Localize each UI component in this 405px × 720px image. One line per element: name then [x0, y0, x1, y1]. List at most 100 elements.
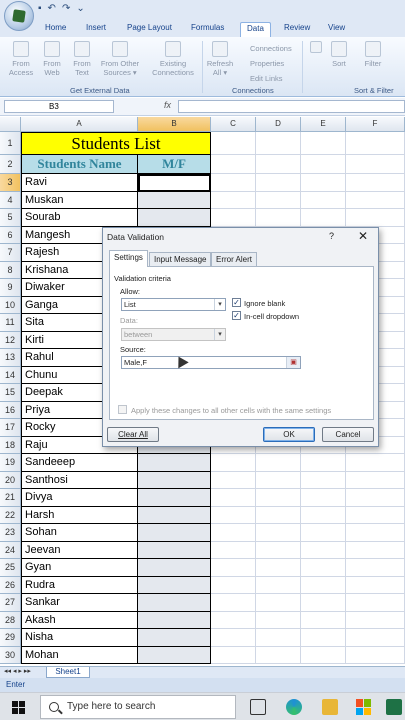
empty-cell[interactable]: [301, 541, 346, 559]
connections-button[interactable]: Connections: [238, 41, 300, 56]
empty-cell[interactable]: [211, 594, 256, 612]
mf-cell[interactable]: [138, 611, 211, 629]
microsoft-store-icon[interactable]: [356, 699, 372, 715]
empty-cell[interactable]: [211, 541, 256, 559]
empty-cell[interactable]: [301, 191, 346, 209]
empty-cell[interactable]: [256, 174, 301, 192]
column-header-b[interactable]: B: [138, 117, 211, 132]
collapse-dialog-icon[interactable]: ▣: [286, 357, 300, 368]
tab-home[interactable]: Home: [39, 22, 72, 37]
student-name-cell[interactable]: Akash: [21, 611, 138, 629]
allow-select[interactable]: List ▾: [121, 298, 226, 311]
clear-all-button[interactable]: Clear All: [107, 427, 159, 442]
row-header[interactable]: 22: [0, 506, 21, 524]
tab-insert[interactable]: Insert: [80, 22, 112, 37]
empty-cell[interactable]: [256, 191, 301, 209]
student-name-cell[interactable]: Ravi: [21, 174, 138, 192]
row-header[interactable]: 20: [0, 471, 21, 489]
undo-icon[interactable]: ↶: [48, 3, 56, 14]
row-header[interactable]: 1: [0, 132, 21, 155]
empty-cell[interactable]: [346, 559, 405, 577]
properties-button[interactable]: Properties: [238, 56, 300, 71]
empty-cell[interactable]: [301, 132, 346, 155]
row-header[interactable]: 28: [0, 611, 21, 629]
empty-cell[interactable]: [346, 132, 405, 155]
customize-qat-icon[interactable]: ⌄: [76, 3, 84, 14]
empty-cell[interactable]: [211, 524, 256, 542]
mf-cell[interactable]: [138, 506, 211, 524]
empty-cell[interactable]: [346, 454, 405, 472]
from-other-sources-button[interactable]: From Other Sources ▾: [98, 41, 142, 77]
empty-cell[interactable]: [301, 489, 346, 507]
empty-cell[interactable]: [256, 489, 301, 507]
row-header[interactable]: 12: [0, 331, 21, 349]
empty-cell[interactable]: [256, 646, 301, 664]
tab-view[interactable]: View: [322, 22, 351, 37]
column-header-e[interactable]: E: [301, 117, 346, 132]
empty-cell[interactable]: [301, 209, 346, 227]
excel-taskbar-icon[interactable]: [386, 699, 402, 715]
empty-cell[interactable]: [256, 611, 301, 629]
student-name-cell[interactable]: Sourab: [21, 209, 138, 227]
row-header[interactable]: 30: [0, 646, 21, 664]
name-box[interactable]: B3: [4, 100, 114, 113]
mf-cell[interactable]: [138, 191, 211, 209]
mf-cell[interactable]: [138, 471, 211, 489]
row-header[interactable]: 2: [0, 155, 21, 174]
student-name-cell[interactable]: Sohan: [21, 524, 138, 542]
refresh-all-button[interactable]: Refresh All ▾: [205, 41, 235, 77]
student-name-cell[interactable]: Gyan: [21, 559, 138, 577]
column-header-a[interactable]: A: [21, 117, 138, 132]
mf-cell[interactable]: [138, 541, 211, 559]
empty-cell[interactable]: [301, 454, 346, 472]
mf-cell[interactable]: [138, 524, 211, 542]
row-header[interactable]: 26: [0, 576, 21, 594]
empty-cell[interactable]: [211, 155, 256, 174]
header-students-name[interactable]: Students Name: [21, 155, 138, 174]
empty-cell[interactable]: [211, 132, 256, 155]
ignore-blank-checkbox[interactable]: ✓: [232, 298, 241, 307]
empty-cell[interactable]: [211, 489, 256, 507]
empty-cell[interactable]: [211, 506, 256, 524]
empty-cell[interactable]: [256, 506, 301, 524]
task-view-icon[interactable]: [250, 699, 266, 715]
student-name-cell[interactable]: Sankar: [21, 594, 138, 612]
empty-cell[interactable]: [301, 559, 346, 577]
empty-cell[interactable]: [256, 559, 301, 577]
student-name-cell[interactable]: Harsh: [21, 506, 138, 524]
row-header[interactable]: 27: [0, 594, 21, 612]
empty-cell[interactable]: [346, 594, 405, 612]
row-header[interactable]: 13: [0, 349, 21, 367]
empty-cell[interactable]: [211, 576, 256, 594]
row-header[interactable]: 9: [0, 279, 21, 297]
empty-cell[interactable]: [256, 594, 301, 612]
empty-cell[interactable]: [301, 594, 346, 612]
empty-cell[interactable]: [346, 541, 405, 559]
empty-cell[interactable]: [211, 646, 256, 664]
from-web-button[interactable]: From Web: [38, 41, 66, 77]
row-header[interactable]: 29: [0, 629, 21, 647]
row-header[interactable]: 3: [0, 174, 21, 192]
mf-cell[interactable]: [138, 646, 211, 664]
file-explorer-icon[interactable]: [322, 699, 338, 715]
tab-settings[interactable]: Settings: [109, 250, 148, 267]
empty-cell[interactable]: [301, 646, 346, 664]
mf-cell[interactable]: [138, 489, 211, 507]
from-text-button[interactable]: From Text: [68, 41, 96, 77]
help-icon[interactable]: ?: [329, 231, 334, 241]
column-header-c[interactable]: C: [211, 117, 256, 132]
empty-cell[interactable]: [301, 155, 346, 174]
student-name-cell[interactable]: Sandeeep: [21, 454, 138, 472]
filter-button[interactable]: Filter: [360, 41, 386, 68]
mf-cell[interactable]: [138, 594, 211, 612]
empty-cell[interactable]: [211, 454, 256, 472]
close-icon[interactable]: ✕: [358, 229, 368, 243]
empty-cell[interactable]: [346, 191, 405, 209]
row-header[interactable]: 11: [0, 314, 21, 332]
empty-cell[interactable]: [211, 611, 256, 629]
student-name-cell[interactable]: Santhosi: [21, 471, 138, 489]
empty-cell[interactable]: [211, 629, 256, 647]
empty-cell[interactable]: [211, 191, 256, 209]
empty-cell[interactable]: [301, 506, 346, 524]
row-header[interactable]: 8: [0, 261, 21, 279]
